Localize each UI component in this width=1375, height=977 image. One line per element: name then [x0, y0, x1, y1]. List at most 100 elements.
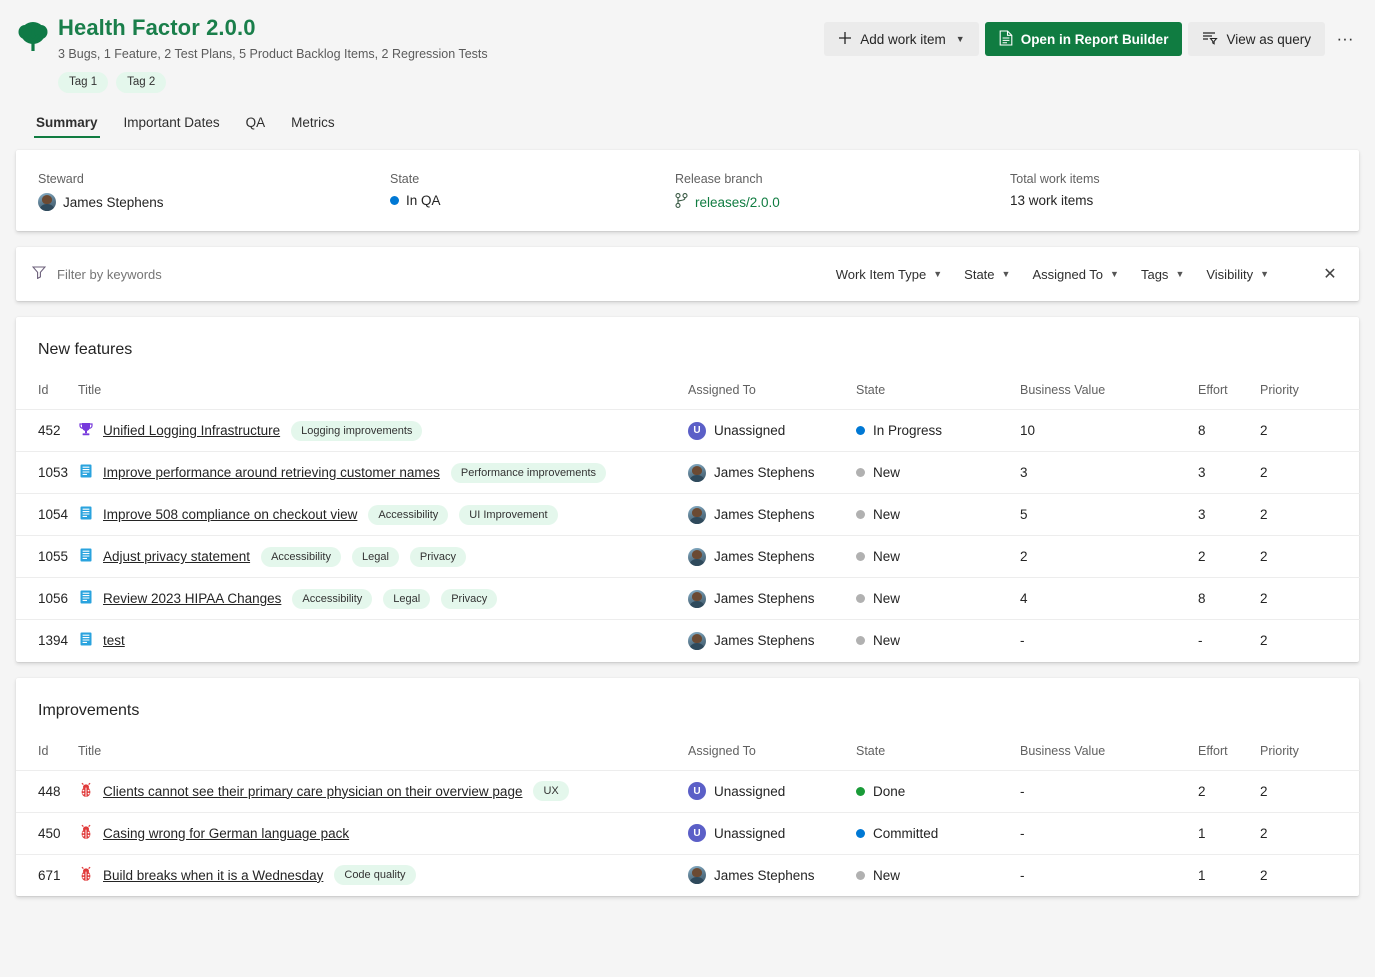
state-dot-icon	[856, 426, 865, 435]
cell-state: New	[856, 578, 1020, 620]
filter-work-item-type[interactable]: Work Item Type ▼	[836, 267, 942, 282]
column-header-assigned-to[interactable]: Assigned To	[688, 361, 856, 410]
backlog-item-icon	[78, 547, 94, 566]
filter-state[interactable]: State ▼	[964, 267, 1010, 282]
work-item-tag[interactable]: Legal	[383, 589, 430, 609]
column-header-id[interactable]: Id	[16, 361, 78, 410]
filter-card: Work Item Type ▼ State ▼ Assigned To ▼ T…	[16, 247, 1359, 301]
avatar	[688, 866, 706, 884]
backlog-item-icon	[78, 589, 94, 608]
work-item-tag[interactable]: UI Improvement	[459, 505, 557, 525]
summary-info-card: Steward James Stephens State In QA Relea…	[16, 150, 1359, 231]
filter-tags[interactable]: Tags ▼	[1141, 267, 1184, 282]
header-actions: Add work item ▼ Open in Report Builder	[824, 22, 1359, 56]
work-item-tag[interactable]: Privacy	[410, 547, 466, 567]
column-header-priority[interactable]: Priority	[1260, 361, 1360, 410]
column-header-state[interactable]: State	[856, 722, 1020, 771]
tab-important-dates[interactable]: Important Dates	[122, 111, 222, 138]
cell-effort: 2	[1198, 536, 1260, 578]
info-state: State In QA	[390, 172, 675, 211]
table-row[interactable]: 1056Review 2023 HIPAA ChangesAccessibili…	[16, 578, 1360, 620]
page-title: Health Factor 2.0.0	[58, 14, 824, 42]
assigned-to-name: James Stephens	[714, 507, 815, 522]
column-header-priority[interactable]: Priority	[1260, 722, 1360, 771]
tab-qa[interactable]: QA	[244, 111, 268, 138]
cell-effort: 3	[1198, 494, 1260, 536]
state-dot-icon	[856, 829, 865, 838]
table-row[interactable]: 1054Improve 508 compliance on checkout v…	[16, 494, 1360, 536]
avatar	[688, 506, 706, 524]
table-row[interactable]: 448Clients cannot see their primary care…	[16, 770, 1360, 812]
tree-icon	[18, 20, 48, 54]
page-subtitle: 3 Bugs, 1 Feature, 2 Test Plans, 5 Produ…	[58, 46, 824, 62]
work-item-title-link[interactable]: Improve 508 compliance on checkout view	[103, 507, 357, 522]
column-header-title[interactable]: Title	[78, 722, 688, 771]
cell-priority: 2	[1260, 770, 1360, 812]
bug-icon	[78, 782, 94, 801]
filter-visibility[interactable]: Visibility ▼	[1206, 267, 1269, 282]
table-row[interactable]: 450Casing wrong for German language pack…	[16, 812, 1360, 854]
state-label: New	[873, 549, 900, 564]
work-item-title-link[interactable]: test	[103, 633, 125, 648]
state-label: New	[873, 868, 900, 883]
avatar	[38, 193, 56, 211]
release-branch-link[interactable]: releases/2.0.0	[695, 195, 780, 210]
work-item-tag[interactable]: Accessibility	[368, 505, 448, 525]
work-item-tag[interactable]: Performance improvements	[451, 463, 606, 483]
search-input[interactable]	[55, 266, 355, 283]
work-item-title-link[interactable]: Build breaks when it is a Wednesday	[103, 868, 323, 883]
chevron-down-icon: ▼	[1002, 269, 1011, 279]
header-tag[interactable]: Tag 2	[116, 72, 166, 93]
cell-assigned-to: UUnassigned	[688, 812, 856, 854]
info-release-branch: Release branch releases/2.0.0	[675, 172, 1010, 211]
table-row[interactable]: 1053Improve performance around retrievin…	[16, 452, 1360, 494]
column-header-state[interactable]: State	[856, 361, 1020, 410]
work-item-tag[interactable]: UX	[533, 781, 568, 801]
table-row[interactable]: 671Build breaks when it is a WednesdayCo…	[16, 854, 1360, 896]
view-as-query-button[interactable]: View as query	[1188, 22, 1325, 56]
filter-assigned-to[interactable]: Assigned To ▼	[1032, 267, 1119, 282]
work-item-tag[interactable]: Code quality	[334, 865, 415, 885]
table-row[interactable]: 452Unified Logging InfrastructureLogging…	[16, 410, 1360, 452]
state-dot-icon	[856, 468, 865, 477]
column-header-business-value[interactable]: Business Value	[1020, 361, 1198, 410]
state-dot-icon	[856, 636, 865, 645]
table-row[interactable]: 1394testJames StephensNew--2	[16, 620, 1360, 662]
document-icon	[999, 30, 1013, 49]
work-item-title-link[interactable]: Unified Logging Infrastructure	[103, 423, 280, 438]
open-report-builder-button[interactable]: Open in Report Builder	[985, 22, 1183, 56]
add-work-item-button[interactable]: Add work item ▼	[824, 22, 978, 56]
state-dot-icon	[390, 196, 399, 205]
work-item-tag[interactable]: Logging improvements	[291, 421, 422, 441]
work-item-tag[interactable]: Legal	[352, 547, 399, 567]
work-item-title-link[interactable]: Clients cannot see their primary care ph…	[103, 784, 522, 799]
work-item-title-link[interactable]: Adjust privacy statement	[103, 549, 250, 564]
work-item-title-link[interactable]: Review 2023 HIPAA Changes	[103, 591, 281, 606]
column-header-effort[interactable]: Effort	[1198, 722, 1260, 771]
section-title: New features	[16, 317, 1359, 361]
work-item-tag[interactable]: Privacy	[441, 589, 497, 609]
work-item-title-link[interactable]: Casing wrong for German language pack	[103, 826, 349, 841]
filter-label: Tags	[1141, 267, 1168, 282]
state-dot-icon	[856, 787, 865, 796]
header-tag[interactable]: Tag 1	[58, 72, 108, 93]
backlog-item-icon	[78, 463, 94, 482]
work-item-tag[interactable]: Accessibility	[261, 547, 341, 567]
column-header-assigned-to[interactable]: Assigned To	[688, 722, 856, 771]
close-icon[interactable]: ✕	[1317, 261, 1343, 287]
cell-business-value: 2	[1020, 536, 1198, 578]
tab-summary[interactable]: Summary	[34, 111, 100, 138]
work-item-title-link[interactable]: Improve performance around retrieving cu…	[103, 465, 440, 480]
column-header-effort[interactable]: Effort	[1198, 361, 1260, 410]
cell-assigned-to: James Stephens	[688, 494, 856, 536]
column-header-id[interactable]: Id	[16, 722, 78, 771]
table-row[interactable]: 1055Adjust privacy statementAccessibilit…	[16, 536, 1360, 578]
more-options-icon[interactable]: ···	[1331, 22, 1359, 56]
column-header-title[interactable]: Title	[78, 361, 688, 410]
tab-metrics[interactable]: Metrics	[289, 111, 337, 138]
column-header-business-value[interactable]: Business Value	[1020, 722, 1198, 771]
cell-priority: 2	[1260, 812, 1360, 854]
avatar	[688, 590, 706, 608]
cell-title: Casing wrong for German language pack	[78, 812, 688, 854]
work-item-tag[interactable]: Accessibility	[292, 589, 372, 609]
